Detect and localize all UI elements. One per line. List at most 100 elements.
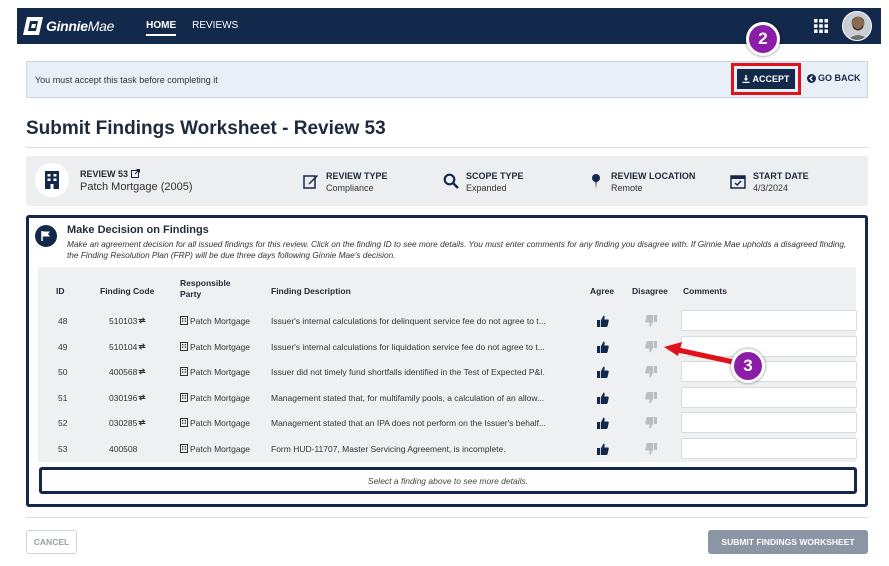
col-comments: Comments (683, 286, 727, 296)
col-agree: Agree (590, 286, 615, 296)
search-icon (443, 173, 459, 189)
accept-task-notice: You must accept this task before complet… (26, 61, 868, 98)
finding-description: Issuer's internal calculations for delin… (271, 316, 546, 326)
comments-input[interactable] (681, 412, 857, 433)
col-finding-code: Finding Code (100, 286, 155, 296)
col-disagree: Disagree (632, 286, 668, 296)
scope-type-value: Expanded (466, 183, 507, 193)
logo-mark-icon (23, 17, 43, 35)
review-type-value: Compliance (326, 183, 374, 193)
repeat-finding-icon (137, 393, 146, 403)
submit-findings-worksheet-button[interactable]: SUBMIT FINDINGS WORKSHEET (708, 530, 868, 554)
finding-id-link[interactable]: 50 (58, 367, 67, 377)
repeat-finding-icon (137, 342, 146, 352)
go-back-button[interactable]: GO BACK (807, 73, 861, 83)
finding-code: 510103 (109, 316, 146, 326)
main-nav: HOME REVIEWS (146, 17, 238, 36)
finding-id-link[interactable]: 51 (58, 393, 67, 403)
edit-icon (303, 175, 318, 189)
responsible-party: Patch Mortgage (180, 443, 250, 454)
accept-button[interactable]: ACCEPT (737, 69, 795, 89)
table-row[interactable]: 51 030196 Patch Mortgage Management stated … (38, 385, 857, 411)
thumbs-down-icon[interactable] (645, 416, 657, 429)
avatar-image (843, 12, 871, 40)
thumbs-up-icon[interactable] (597, 340, 609, 353)
finding-code: 400568 (109, 367, 146, 377)
building-icon (180, 443, 190, 454)
repeat-finding-icon (137, 418, 146, 428)
external-edit-icon (130, 169, 140, 178)
red-arrow-annotation (664, 342, 739, 366)
review-info-panel: REVIEW 53 Patch Mortgage (2005) REVIEW T… (26, 156, 868, 206)
repeat-finding-icon (137, 367, 146, 377)
finding-description: Issuer's internal calculations for liqui… (271, 341, 545, 352)
comments-input[interactable] (681, 437, 857, 459)
finding-description: Management stated that an IPA does not p… (271, 418, 547, 428)
thumbs-up-icon[interactable] (597, 365, 609, 378)
step-2-callout: 2 (746, 22, 780, 56)
ginnie-mae-logo[interactable]: GinnieMae (23, 17, 114, 35)
thumbs-down-icon[interactable] (645, 391, 657, 403)
building-icon (180, 418, 190, 428)
finding-code: 030196 (109, 393, 146, 403)
table-row[interactable]: 53 400508 Patch Mortgage Form HUD-11707, Ma… (38, 436, 857, 462)
finding-description: Form HUD-11707, Master Servicing Agreeme… (271, 443, 506, 454)
nav-reviews[interactable]: REVIEWS (192, 17, 238, 36)
go-back-label: GO BACK (818, 73, 861, 83)
finding-id-link[interactable]: 53 (58, 444, 67, 454)
thumbs-down-icon[interactable] (645, 340, 657, 352)
building-icon (180, 341, 190, 352)
building-icon (180, 316, 190, 326)
apps-grid-icon[interactable] (814, 19, 828, 33)
thumbs-up-icon[interactable] (597, 442, 609, 455)
finding-code: 510104 (109, 342, 146, 352)
thumbs-up-icon[interactable] (597, 416, 609, 429)
calendar-check-icon (730, 175, 746, 189)
finding-id-link[interactable]: 48 (58, 316, 67, 326)
nav-home[interactable]: HOME (146, 17, 177, 36)
review-type-label: REVIEW TYPE (326, 171, 388, 181)
thumbs-up-icon[interactable] (597, 391, 609, 404)
table-row[interactable]: 52 030285 Patch Mortgage Management stated … (38, 410, 857, 436)
start-date-block: START DATE 4/3/2024 (730, 171, 809, 193)
review-link[interactable]: REVIEW 53 (80, 169, 193, 179)
step-3-callout: 3 (731, 349, 765, 383)
thumbs-down-icon[interactable] (645, 314, 657, 327)
comments-input[interactable] (681, 386, 857, 408)
finding-id-link[interactable]: 49 (58, 342, 67, 352)
accept-button-label: ACCEPT (752, 74, 790, 84)
review-location-block: REVIEW LOCATION Remote (588, 171, 695, 193)
responsible-party: Patch Mortgage (180, 418, 250, 428)
start-date-value: 4/3/2024 (753, 183, 789, 193)
decision-title: Make Decision on Findings (67, 224, 209, 236)
responsible-party: Patch Mortgage (180, 341, 250, 352)
review-location-label: REVIEW LOCATION (611, 171, 696, 181)
review-lender: Patch Mortgage (2005) (80, 181, 193, 193)
logo-text: GinnieMae (46, 18, 115, 34)
col-id: ID (56, 286, 65, 296)
finding-description: Issuer did not timely fund shortfalls id… (271, 367, 545, 377)
repeat-finding-icon (137, 316, 146, 326)
finding-description: Management stated that, for multifamily … (271, 392, 545, 403)
user-avatar[interactable] (842, 11, 872, 41)
divider (26, 517, 868, 518)
flag-icon (35, 225, 57, 247)
review-id-block: REVIEW 53 Patch Mortgage (2005) (80, 169, 193, 193)
scope-type-block: SCOPE TYPE Expanded (443, 171, 524, 193)
responsible-party: Patch Mortgage (180, 367, 250, 377)
arrow-left-circle-icon (807, 73, 816, 83)
thumbs-up-icon[interactable] (597, 314, 609, 327)
building-icon (180, 392, 190, 403)
responsible-party: Patch Mortgage (180, 316, 250, 326)
download-icon (742, 75, 750, 83)
thumbs-down-icon[interactable] (645, 365, 657, 378)
accept-highlight: ACCEPT (731, 63, 801, 95)
thumbs-down-icon[interactable] (645, 442, 657, 454)
comments-input[interactable] (681, 310, 857, 331)
review-location-value: Remote (611, 183, 643, 193)
table-row[interactable]: 48 510103 Patch Mortgage Issuer's internal … (38, 308, 857, 334)
finding-code: 400508 (109, 443, 138, 454)
notice-message: You must accept this task before complet… (35, 74, 218, 85)
cancel-button[interactable]: CANCEL (26, 530, 77, 554)
finding-id-link[interactable]: 52 (58, 418, 67, 428)
